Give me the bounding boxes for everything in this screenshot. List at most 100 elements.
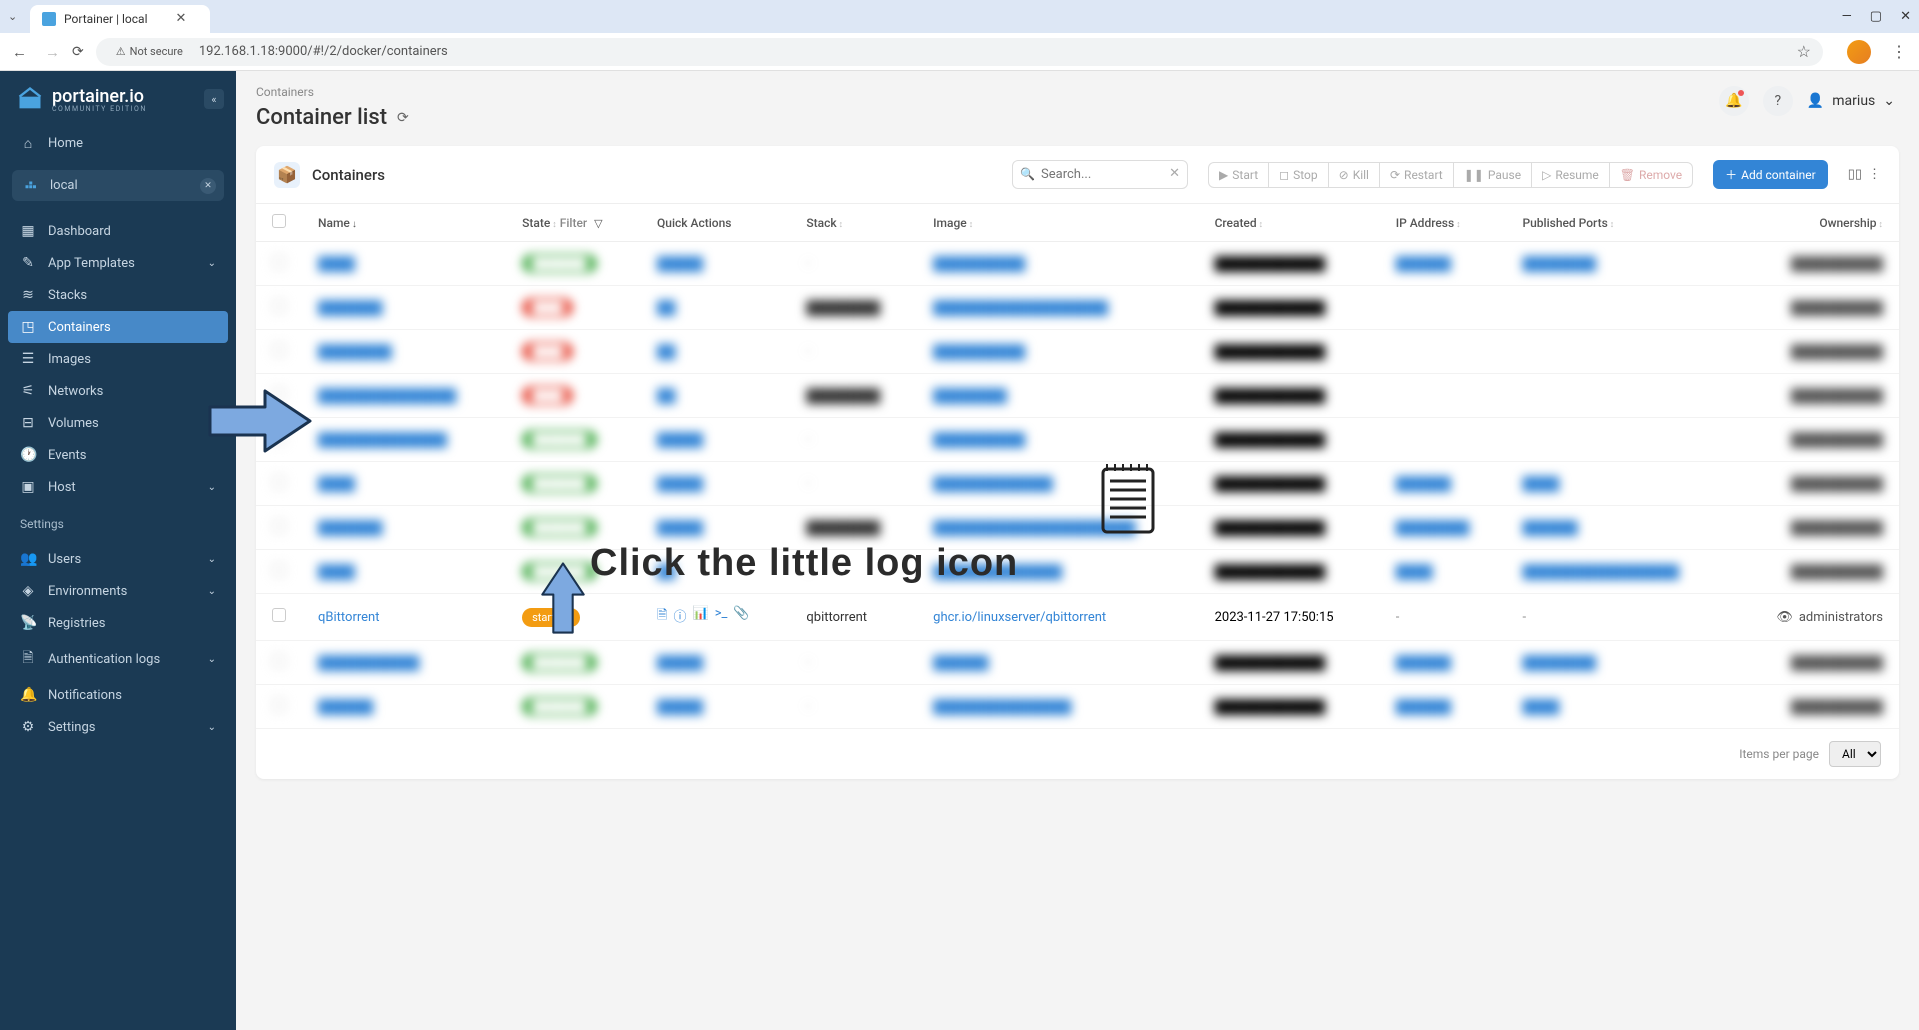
kill-button[interactable]: ⊘ Kill — [1329, 162, 1380, 188]
url-bar[interactable]: ⚠ Not secure 192.168.1.18:9000/#!/2/dock… — [96, 38, 1823, 66]
security-badge[interactable]: ⚠ Not secure — [108, 43, 191, 60]
sidebar-item-volumes[interactable]: ⊟ Volumes — [0, 407, 236, 439]
close-window-icon[interactable]: ✕ — [1900, 9, 1911, 24]
refresh-icon[interactable]: ⟳ — [397, 110, 409, 126]
columns-icon[interactable]: ▯▯ — [1848, 167, 1862, 182]
environment-name: local — [50, 178, 78, 193]
page-title: Container list — [256, 105, 387, 130]
environment-close-icon[interactable]: ✕ — [200, 178, 216, 194]
column-ports[interactable]: Published Ports↕ — [1506, 204, 1732, 242]
sidebar-item-app-templates[interactable]: ✎App Templates⌄ — [0, 247, 236, 279]
table-row[interactable]: █████████████-██████████████████████████… — [256, 550, 1899, 594]
not-secure-label: Not secure — [130, 45, 183, 58]
remove-button[interactable]: 🗑 Remove — [1610, 162, 1693, 188]
select-all-checkbox[interactable] — [272, 214, 286, 228]
reload-icon[interactable]: ⟳ — [72, 44, 84, 60]
sidebar-item-notifications[interactable]: 🔔Notifications — [0, 679, 236, 711]
sidebar-item-label: Events — [48, 448, 86, 463]
sidebar-item-environments[interactable]: ◈Environments⌄ — [0, 575, 236, 607]
containers-icon: ◳ — [20, 319, 36, 335]
warning-icon: ⚠ — [116, 45, 126, 58]
minimize-icon[interactable]: ― — [1842, 9, 1852, 24]
notifications-bell-icon[interactable]: 🔔 — [1719, 86, 1749, 116]
add-container-button[interactable]: ＋ Add container — [1713, 160, 1828, 189]
package-icon: 📦 — [274, 162, 300, 188]
sidebar-collapse-button[interactable]: « — [204, 89, 224, 109]
stats-icon[interactable]: 📊 — [693, 606, 709, 628]
inspect-icon[interactable]: ⓘ — [673, 606, 686, 628]
attach-icon[interactable]: 📎 — [733, 606, 749, 628]
chevron-down-icon: ⌄ — [1883, 93, 1895, 109]
chrome-menu-icon[interactable]: ⋮ — [1891, 42, 1907, 61]
sidebar-item-label: Registries — [48, 616, 106, 631]
column-stack[interactable]: Stack↕ — [790, 204, 917, 242]
filter-icon[interactable]: ▽ — [594, 217, 602, 230]
table-row[interactable]: ██████████████-█████████████████████████… — [256, 330, 1899, 374]
dashboard-icon: ▦ — [20, 223, 36, 239]
sidebar-item-images[interactable]: ☰Images — [0, 343, 236, 375]
sidebar-item-settings[interactable]: ⚙Settings⌄ — [0, 711, 236, 743]
quick-actions: 🗎 ⓘ 📊 >_ 📎 — [657, 606, 774, 628]
sidebar-item-label: Host — [48, 480, 76, 495]
column-ownership[interactable]: Ownership↕ — [1733, 204, 1899, 242]
table-row[interactable]: ██████████████████████████-█████████████… — [256, 418, 1899, 462]
column-created[interactable]: Created↕ — [1199, 204, 1380, 242]
sidebar-item-registries[interactable]: 📡Registries — [0, 607, 236, 639]
table-row[interactable]: ████████████████████████████████████████… — [256, 286, 1899, 330]
help-icon[interactable]: ? — [1763, 86, 1793, 116]
column-name[interactable]: Name — [302, 204, 506, 242]
column-state[interactable]: State↕ Filter ▽ — [506, 204, 641, 242]
sidebar-item-dashboard[interactable]: ▦Dashboard — [0, 215, 236, 247]
search-clear-icon[interactable]: ✕ — [1169, 166, 1180, 181]
items-per-page-label: Items per page — [1739, 747, 1819, 761]
search-input[interactable] — [1012, 160, 1188, 189]
table-row[interactable]: ████████████████-███████████████████████… — [256, 242, 1899, 286]
column-image[interactable]: Image↕ — [917, 204, 1198, 242]
sidebar-item-home[interactable]: ⌂ Home — [0, 127, 236, 160]
logo-subtitle: COMMUNITY EDITION — [52, 105, 147, 113]
sidebar-item-host[interactable]: ▣Host⌄ — [0, 471, 236, 503]
pause-button[interactable]: ❚❚ Pause — [1454, 162, 1532, 188]
sidebar-item-label: Settings — [48, 720, 95, 735]
image-link[interactable]: ghcr.io/linuxserver/qbittorrent — [933, 610, 1106, 625]
tab-dropdown-icon[interactable]: ⌄ — [8, 10, 26, 23]
resume-button[interactable]: ▷ Resume — [1532, 162, 1610, 188]
environment-badge[interactable]: local ✕ — [12, 170, 224, 201]
container-name-link[interactable]: qBittorrent — [318, 610, 379, 625]
bookmark-star-icon[interactable]: ☆ — [1797, 42, 1811, 61]
profile-avatar-icon[interactable] — [1847, 40, 1871, 64]
table-row[interactable]: ████████████████-███████████████████████… — [256, 462, 1899, 506]
console-icon[interactable]: >_ — [715, 606, 728, 628]
user-menu[interactable]: 👤 marius ⌄ — [1807, 93, 1895, 109]
nav-back-icon[interactable]: ← — [12, 43, 27, 61]
sidebar-item-stacks[interactable]: ≋Stacks — [0, 279, 236, 311]
search-icon: 🔍 — [1020, 167, 1035, 181]
maximize-icon[interactable]: ▢ — [1870, 9, 1882, 24]
stop-button[interactable]: ◻ Stop — [1269, 162, 1328, 188]
row-checkbox[interactable] — [272, 608, 286, 622]
browser-toolbar: ← → ⟳ ⚠ Not secure 192.168.1.18:9000/#!/… — [0, 33, 1919, 71]
sidebar-item-containers[interactable]: ◳Containers — [8, 311, 228, 343]
chevron-down-icon: ⌄ — [208, 482, 216, 493]
start-button[interactable]: ▶ Start — [1208, 162, 1269, 188]
sidebar-item-users[interactable]: 👥Users⌄ — [0, 543, 236, 575]
sidebar-item-auth-logs[interactable]: 🗎Authentication logs⌄ — [0, 639, 236, 679]
table-row-qbittorrent[interactable]: qBittorrent starting 🗎 ⓘ 📊 >_ 📎 qbittorr… — [256, 594, 1899, 641]
sidebar-item-events[interactable]: 🕐Events — [0, 439, 236, 471]
table-row[interactable]: ███████████████████████-████████████████… — [256, 641, 1899, 685]
logs-icon[interactable]: 🗎 — [657, 606, 667, 628]
table-row[interactable]: ██████████████████-█████████████████████… — [256, 685, 1899, 729]
volumes-icon: ⊟ — [20, 415, 36, 431]
sidebar-item-networks[interactable]: ⚟Networks — [0, 375, 236, 407]
restart-button[interactable]: ⟳ Restart — [1380, 162, 1454, 188]
table-row[interactable]: ████████████████████████████████████████… — [256, 506, 1899, 550]
browser-tab[interactable]: Portainer | local ✕ — [30, 5, 210, 33]
tab-close-icon[interactable]: ✕ — [176, 11, 187, 26]
items-per-page-select[interactable]: All — [1829, 741, 1881, 767]
nav-forward-icon[interactable]: → — [45, 43, 60, 61]
sidebar-item-label: Volumes — [48, 416, 99, 431]
column-ip[interactable]: IP Address↕ — [1380, 204, 1507, 242]
table-row[interactable]: ████████████████████████████████████████… — [256, 374, 1899, 418]
more-icon[interactable]: ⋮ — [1868, 167, 1881, 182]
logo-text: portainer.io — [52, 86, 147, 107]
